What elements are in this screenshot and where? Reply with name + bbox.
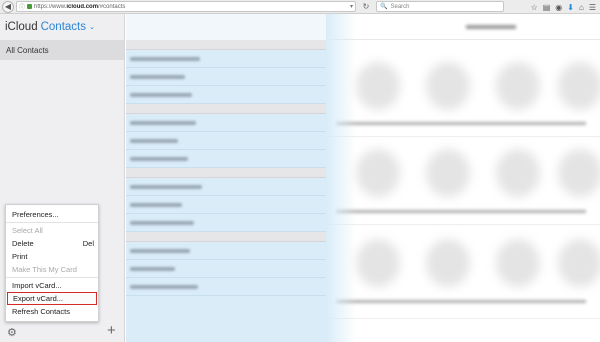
menu-shortcut: Del: [82, 239, 94, 248]
card-header: [326, 14, 600, 40]
search-placeholder: Search: [390, 3, 410, 10]
row-divider: [326, 224, 600, 225]
avatar[interactable]: [496, 62, 540, 110]
url-text[interactable]: https://www.icloud.com/#contacts: [34, 4, 350, 10]
blurred-name: [130, 185, 202, 189]
avatar[interactable]: [356, 149, 400, 197]
blurred-title: [466, 25, 516, 29]
blurred-name: [130, 285, 198, 289]
menu-item-preferences[interactable]: Preferences...: [6, 208, 98, 221]
blurred-name: [130, 203, 182, 207]
list-section-header: [126, 104, 326, 114]
app-section-title[interactable]: Contacts: [41, 21, 86, 33]
menu-item-delete[interactable]: Delete Del: [6, 237, 98, 250]
list-search-area: [126, 14, 326, 40]
back-icon[interactable]: ◀: [2, 0, 14, 13]
app-switcher[interactable]: iCloud Contacts ⌄: [0, 14, 124, 40]
avatar[interactable]: [496, 149, 540, 197]
gear-icon[interactable]: ⚙: [7, 326, 17, 339]
list-item[interactable]: [126, 196, 326, 214]
row-divider: [326, 318, 600, 319]
list-item[interactable]: [126, 86, 326, 104]
toolbar-icons: ☆ ▤ ◉ ⬇ ⌂ ☰: [531, 1, 596, 13]
list-item[interactable]: [126, 150, 326, 168]
sidebar-item-all-contacts[interactable]: All Contacts: [0, 40, 124, 60]
blurred-name: [130, 267, 175, 271]
blurred-name: [130, 93, 192, 97]
sidebar-item-label: All Contacts: [6, 45, 49, 55]
chevron-down-icon[interactable]: ⌄: [89, 23, 95, 31]
address-bar[interactable]: ⓘ https://www.icloud.com/#contacts ▾: [16, 1, 356, 12]
blurred-name: [130, 221, 194, 225]
list-card-fade: [326, 14, 356, 342]
blurred-name: [130, 57, 200, 61]
blurred-label: [336, 210, 586, 213]
reading-list-icon[interactable]: ▤: [543, 3, 551, 12]
list-section-header: [126, 168, 326, 178]
bookmark-star-icon[interactable]: ☆: [531, 3, 538, 12]
list-item[interactable]: [126, 178, 326, 196]
blurred-label: [336, 122, 586, 125]
menu-item-refresh-contacts[interactable]: Refresh Contacts: [6, 305, 98, 318]
avatar[interactable]: [356, 62, 400, 110]
list-item[interactable]: [126, 278, 326, 296]
avatar[interactable]: [496, 239, 540, 287]
blurred-name: [130, 121, 196, 125]
blurred-name: [130, 157, 188, 161]
download-icon[interactable]: ⬇: [567, 3, 574, 12]
app-brand: iCloud: [5, 21, 38, 33]
lock-icon: [27, 4, 33, 9]
list-item[interactable]: [126, 50, 326, 68]
menu-divider: [6, 222, 98, 223]
avatar[interactable]: [558, 62, 600, 110]
contact-card-grid: [326, 14, 600, 342]
row-divider: [326, 136, 600, 137]
menu-item-print[interactable]: Print: [6, 250, 98, 263]
blurred-name: [130, 139, 178, 143]
list-item[interactable]: [126, 68, 326, 86]
menu-item-export-vcard[interactable]: Export vCard...: [7, 292, 97, 305]
chevron-down-icon[interactable]: ▾: [350, 3, 353, 10]
list-item[interactable]: [126, 114, 326, 132]
browser-search-input[interactable]: 🔍 Search: [376, 1, 504, 12]
menu-icon[interactable]: ☰: [589, 3, 596, 12]
blurred-label: [336, 300, 586, 303]
list-item[interactable]: [126, 132, 326, 150]
list-section-header: [126, 40, 326, 50]
pocket-icon[interactable]: ◉: [555, 3, 562, 12]
add-contact-icon[interactable]: +: [107, 322, 116, 339]
search-icon: 🔍: [380, 4, 388, 10]
reload-icon[interactable]: ↻: [360, 1, 372, 12]
settings-menu: Preferences... Select All Delete Del Prin…: [5, 204, 99, 322]
list-item[interactable]: [126, 260, 326, 278]
home-icon[interactable]: ⌂: [579, 3, 584, 12]
avatar[interactable]: [426, 62, 470, 110]
menu-item-import-vcard[interactable]: Import vCard...: [6, 279, 98, 292]
avatar[interactable]: [426, 239, 470, 287]
list-item[interactable]: [126, 214, 326, 232]
contact-list: [126, 14, 326, 342]
list-section-header: [126, 232, 326, 242]
menu-divider: [6, 277, 98, 278]
info-icon[interactable]: ⓘ: [19, 2, 25, 11]
avatar[interactable]: [356, 239, 400, 287]
menu-item-make-my-card: Make This My Card: [12, 265, 77, 274]
menu-item-select-all: Select All: [12, 226, 43, 235]
avatar[interactable]: [558, 149, 600, 197]
avatar[interactable]: [558, 239, 600, 287]
browser-toolbar: ◀ ⓘ https://www.icloud.com/#contacts ▾ ↻…: [0, 0, 600, 14]
blurred-name: [130, 249, 190, 253]
blurred-name: [130, 75, 185, 79]
list-item[interactable]: [126, 242, 326, 260]
avatar[interactable]: [426, 149, 470, 197]
